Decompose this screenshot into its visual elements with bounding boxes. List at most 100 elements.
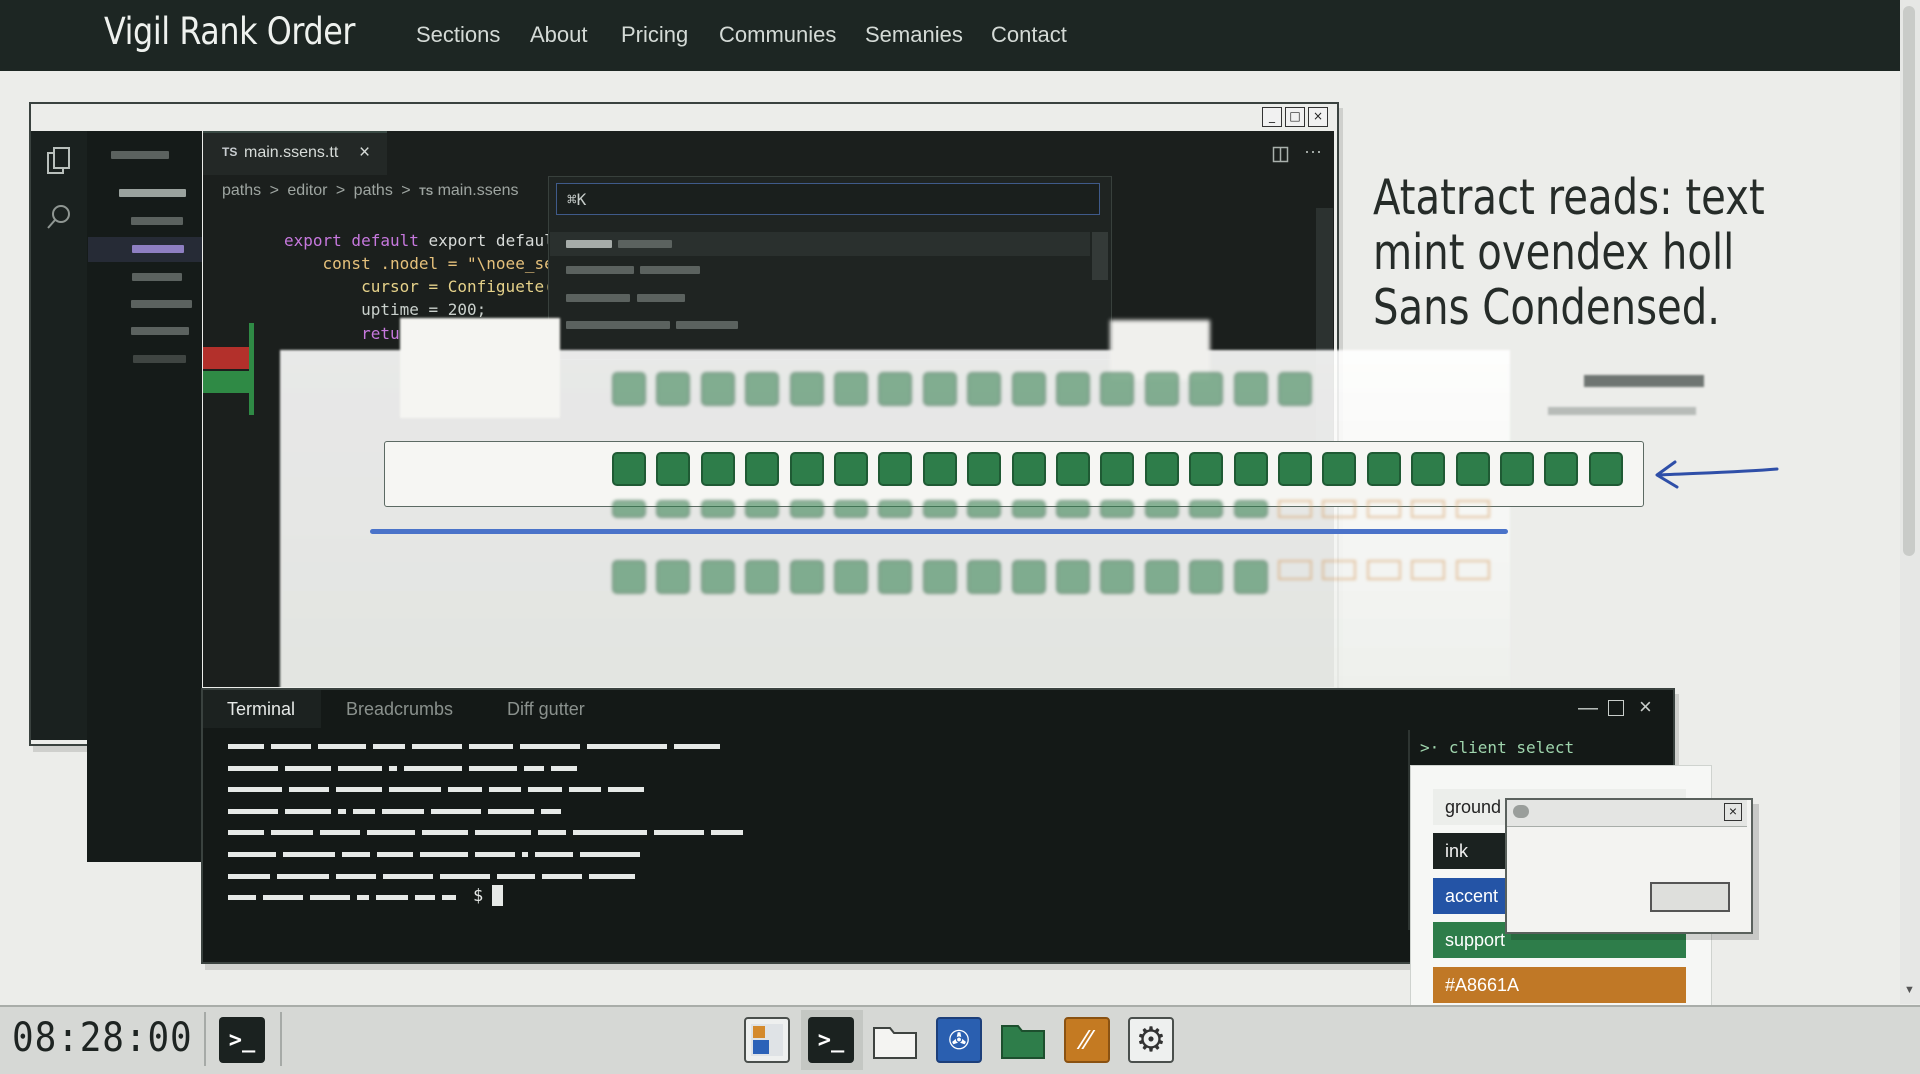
- code-line-3[interactable]: cursor = Configuete(s: [284, 277, 563, 296]
- image-viewer-icon[interactable]: [744, 1017, 790, 1063]
- board-cell[interactable]: [612, 372, 646, 406]
- board-cell-empty[interactable]: [1367, 560, 1401, 580]
- palette-scrollbar[interactable]: [1092, 232, 1108, 280]
- breadcrumb-item[interactable]: editor: [287, 182, 327, 199]
- board-cell[interactable]: [1234, 560, 1268, 594]
- board-cell[interactable]: [1100, 500, 1134, 518]
- tab-main-ssens[interactable]: TS main.ssens.tt ×: [203, 131, 387, 175]
- board-cell[interactable]: [745, 452, 779, 486]
- board-cell[interactable]: [1145, 560, 1179, 594]
- search-icon[interactable]: [46, 204, 72, 232]
- files-icon[interactable]: [46, 146, 72, 176]
- more-actions-icon[interactable]: ⋯: [1304, 142, 1322, 163]
- board-cell[interactable]: [790, 372, 824, 406]
- pen-icon[interactable]: ⁄⁄: [1064, 1017, 1110, 1063]
- tab-diff-gutter[interactable]: Diff gutter: [507, 699, 585, 720]
- board-cell[interactable]: [612, 560, 646, 594]
- side-terminal-prompt[interactable]: >· client select: [1420, 738, 1574, 757]
- board-cell[interactable]: [1145, 452, 1179, 486]
- board-cell[interactable]: [1012, 452, 1046, 486]
- terminal-icon[interactable]: >_: [808, 1017, 854, 1063]
- board-cell[interactable]: [1012, 500, 1046, 518]
- palette-item[interactable]: [676, 321, 738, 329]
- nav-link-communies[interactable]: Communies: [719, 22, 836, 48]
- dialog-titlebar[interactable]: [1507, 800, 1747, 827]
- board-cell[interactable]: [656, 500, 690, 518]
- board-cell[interactable]: [878, 372, 912, 406]
- board-cell[interactable]: [1544, 452, 1578, 486]
- palette-item[interactable]: [637, 294, 685, 302]
- palette-item[interactable]: [640, 266, 700, 274]
- board-cell[interactable]: [834, 500, 868, 518]
- terminal-launcher-icon[interactable]: >_: [219, 1017, 265, 1063]
- board-cell[interactable]: [923, 452, 957, 486]
- board-cell[interactable]: [1234, 372, 1268, 406]
- board-cell[interactable]: [1056, 560, 1090, 594]
- board-cell[interactable]: [1012, 560, 1046, 594]
- breadcrumb-item[interactable]: paths: [222, 182, 261, 199]
- close-icon[interactable]: ×: [1308, 107, 1328, 127]
- board-cell[interactable]: [1456, 452, 1490, 486]
- palette-item[interactable]: [566, 294, 630, 302]
- swatch-brown[interactable]: #A8661A: [1433, 967, 1686, 1003]
- breadcrumb-item[interactable]: paths: [354, 182, 393, 199]
- board-cell[interactable]: [701, 500, 735, 518]
- board-cell-empty[interactable]: [1456, 500, 1490, 518]
- explorer-item[interactable]: [119, 189, 186, 197]
- code-line-4[interactable]: uptime = 200;: [284, 300, 486, 319]
- board-cell-empty[interactable]: [1367, 500, 1401, 518]
- board-cell[interactable]: [745, 560, 779, 594]
- board-cell[interactable]: [967, 452, 1001, 486]
- board-cell[interactable]: [1589, 452, 1623, 486]
- globe-icon[interactable]: ✇: [936, 1017, 982, 1063]
- nav-link-pricing[interactable]: Pricing: [621, 22, 688, 48]
- board-cell[interactable]: [1056, 500, 1090, 518]
- board-cell[interactable]: [790, 560, 824, 594]
- code-line-5[interactable]: retur: [284, 324, 409, 343]
- board-cell[interactable]: [967, 372, 1001, 406]
- board-cell[interactable]: [1100, 452, 1134, 486]
- board-cell[interactable]: [1411, 452, 1445, 486]
- green-folder-icon[interactable]: [1000, 1017, 1046, 1063]
- board-cell[interactable]: [878, 560, 912, 594]
- tab-terminal[interactable]: Terminal: [227, 699, 295, 720]
- split-editor-icon[interactable]: [1272, 146, 1290, 164]
- gear-icon[interactable]: ⚙: [1128, 1017, 1174, 1063]
- board-cell-empty[interactable]: [1322, 560, 1356, 580]
- nav-link-contact[interactable]: Contact: [991, 22, 1067, 48]
- scroll-down-arrow-icon[interactable]: ▼: [1904, 984, 1915, 996]
- explorer-item[interactable]: [132, 245, 184, 253]
- minimize-icon[interactable]: —: [1578, 697, 1598, 720]
- board-cell[interactable]: [834, 452, 868, 486]
- board-cell[interactable]: [790, 500, 824, 518]
- code-line-2[interactable]: const .nodel = "\noee_ser: [284, 254, 564, 273]
- breadcrumb-item[interactable]: main.ssens: [438, 182, 519, 199]
- board-cell-empty[interactable]: [1278, 560, 1312, 580]
- board-cell[interactable]: [1500, 452, 1534, 486]
- explorer-item[interactable]: [131, 300, 192, 308]
- board-cell[interactable]: [656, 452, 690, 486]
- board-cell-empty[interactable]: [1411, 560, 1445, 580]
- dialog-ok-button[interactable]: [1650, 882, 1730, 912]
- close-icon[interactable]: ×: [1639, 694, 1652, 720]
- board-cell[interactable]: [878, 452, 912, 486]
- command-palette-input[interactable]: ⌘K: [556, 183, 1100, 215]
- board-cell[interactable]: [834, 372, 868, 406]
- board-cell[interactable]: [612, 452, 646, 486]
- board-cell[interactable]: [967, 500, 1001, 518]
- board-cell[interactable]: [790, 452, 824, 486]
- nav-link-semanies[interactable]: Semanies: [865, 22, 963, 48]
- board-cell[interactable]: [1322, 452, 1356, 486]
- board-cell[interactable]: [701, 372, 735, 406]
- board-cell[interactable]: [1367, 452, 1401, 486]
- board-cell[interactable]: [1145, 372, 1179, 406]
- board-cell[interactable]: [923, 372, 957, 406]
- board-cell-empty[interactable]: [1456, 560, 1490, 580]
- board-cell[interactable]: [1278, 372, 1312, 406]
- explorer-item[interactable]: [132, 273, 182, 281]
- board-cell[interactable]: [1234, 500, 1268, 518]
- board-cell-empty[interactable]: [1278, 500, 1312, 518]
- board-cell[interactable]: [701, 560, 735, 594]
- board-cell[interactable]: [1056, 452, 1090, 486]
- board-cell[interactable]: [656, 560, 690, 594]
